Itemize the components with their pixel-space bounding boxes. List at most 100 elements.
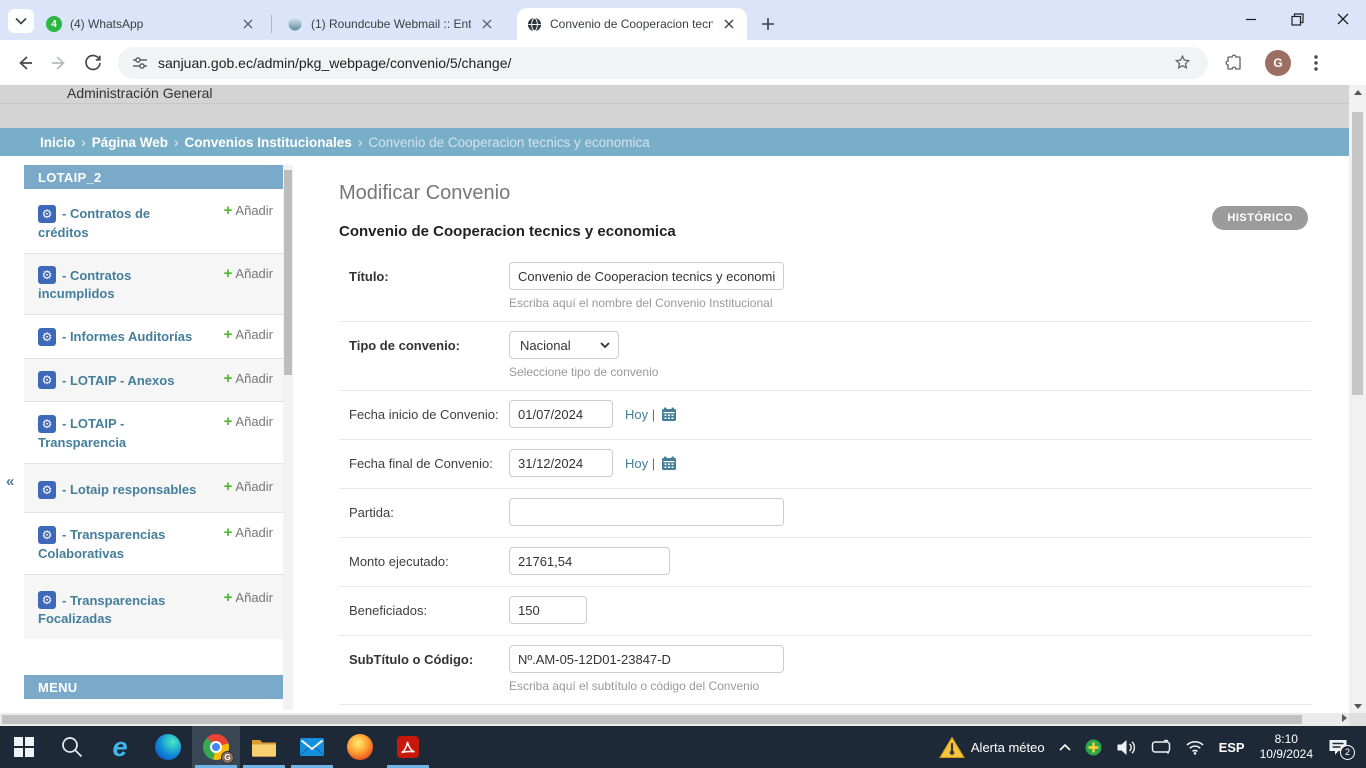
close-icon[interactable] [721, 16, 737, 32]
start-button[interactable] [0, 726, 48, 768]
taskbar-file-explorer[interactable] [240, 726, 288, 768]
add-link[interactable]: +Añadir [224, 202, 273, 219]
taskbar-firefox[interactable] [336, 726, 384, 768]
new-tab-button[interactable] [756, 12, 780, 36]
add-link[interactable]: +Añadir [224, 524, 273, 541]
vertical-scrollbar-thumb[interactable] [1352, 112, 1363, 395]
taskbar-ie[interactable]: e [96, 726, 144, 768]
cast-display-icon[interactable] [1151, 739, 1171, 755]
tab-roundcube[interactable]: (1) Roundcube Webmail :: Entra [277, 8, 505, 40]
add-link[interactable]: +Añadir [224, 413, 273, 430]
sidebar-item-transparencias-focalizadas[interactable]: ⚙- Transparencias Focalizadas +Añadir [24, 574, 283, 640]
scroll-right-arrow[interactable] [1342, 714, 1347, 722]
taskbar-chrome[interactable]: G [192, 726, 240, 768]
hoy-link[interactable]: Hoy | [625, 456, 655, 471]
add-link[interactable]: +Añadir [224, 478, 273, 495]
tray-expand-chevron[interactable] [1059, 744, 1071, 751]
sidebar-item-lotaip-responsables[interactable]: ⚙- Lotaip responsables +Añadir [24, 463, 283, 512]
historico-button[interactable]: HISTÓRICO [1212, 206, 1308, 230]
antivirus-tray-icon[interactable] [1085, 739, 1102, 756]
site-settings-icon[interactable] [132, 55, 148, 71]
back-button[interactable] [8, 46, 42, 80]
admin-header-title: Administración General [67, 85, 213, 101]
reload-button[interactable] [76, 46, 110, 80]
add-link[interactable]: +Añadir [224, 370, 273, 387]
clock-date: 10/9/2024 [1260, 747, 1313, 762]
minimize-button[interactable] [1228, 0, 1274, 38]
partida-input[interactable] [509, 498, 784, 526]
fecha-inicio-input[interactable] [509, 400, 613, 428]
page-title: Modificar Convenio [339, 182, 1311, 205]
plus-icon: + [224, 202, 233, 219]
close-icon[interactable] [240, 16, 256, 32]
restore-button[interactable] [1274, 0, 1320, 38]
sidebar-section-menu: MENU [24, 675, 283, 699]
tab-title: (4) WhatsApp [70, 17, 232, 31]
page-horizontal-scrollbar[interactable] [0, 713, 1349, 726]
profile-avatar[interactable]: G [1262, 47, 1294, 79]
notification-center-button[interactable]: 2 [1328, 739, 1348, 756]
sidebar-collapse-arrow[interactable]: « [6, 473, 14, 490]
breadcrumb-pagina-web[interactable]: Página Web [92, 135, 168, 150]
taskbar-mail[interactable] [288, 726, 336, 768]
sidebar-item-paginas[interactable]: - Páginas +Añadir [24, 699, 283, 713]
field-row-subtitulo: SubTítulo o Código: Escriba aquí el subt… [339, 636, 1311, 705]
taskbar-clock[interactable]: 8:10 10/9/2024 [1260, 732, 1313, 762]
weather-alert[interactable]: Alerta méteo [939, 736, 1045, 759]
gear-icon: ⚙ [38, 415, 56, 433]
calendar-icon[interactable] [661, 456, 677, 471]
hoy-link[interactable]: Hoy | [625, 407, 655, 422]
browser-toolbar: sanjuan.gob.ec/admin/pkg_webpage/conveni… [0, 40, 1366, 85]
bookmark-star-icon[interactable] [1166, 47, 1198, 79]
close-window-button[interactable] [1320, 0, 1366, 38]
firefox-icon [347, 734, 373, 760]
sidebar-item-contratos-creditos[interactable]: ⚙- Contratos de créditos +Añadir [24, 189, 283, 253]
globe-icon [527, 17, 542, 32]
subtitulo-input[interactable] [509, 645, 784, 673]
forward-button[interactable] [42, 46, 76, 80]
add-link[interactable]: +Añadir [224, 265, 273, 282]
tipo-convenio-select[interactable]: Nacional [509, 331, 619, 359]
language-indicator[interactable]: ESP [1219, 740, 1245, 755]
taskbar-acrobat[interactable] [384, 726, 432, 768]
plus-icon: + [224, 524, 233, 541]
sidebar-scrollbar-thumb[interactable] [284, 170, 292, 375]
add-link[interactable]: +Añadir [224, 589, 273, 606]
breadcrumb-inicio[interactable]: Inicio [40, 135, 75, 150]
sidebar-item-transparencias-colaborativas[interactable]: ⚙- Transparencias Colaborativas +Añadir [24, 512, 283, 574]
sidebar-item-contratos-incumplidos[interactable]: ⚙- Contratos incumplidos +Añadir [24, 253, 283, 315]
fecha-final-input[interactable] [509, 449, 613, 477]
breadcrumb-convenios[interactable]: Convenios Institucionales [185, 135, 352, 150]
horizontal-scrollbar-thumb[interactable] [2, 715, 1302, 724]
field-row-monto: Monto ejecutado: [339, 538, 1311, 587]
scroll-down-arrow[interactable] [1349, 699, 1366, 713]
scroll-up-arrow[interactable] [1349, 85, 1366, 99]
taskbar-edge[interactable] [144, 726, 192, 768]
volume-icon[interactable] [1116, 739, 1137, 756]
taskbar-search-button[interactable] [48, 726, 96, 768]
plus-icon: + [224, 478, 233, 495]
browser-menu-icon[interactable] [1300, 47, 1332, 79]
sidebar-item-informes-auditorias[interactable]: ⚙- Informes Auditorías +Añadir [24, 314, 283, 358]
sidebar-section-lotaip2: LOTAIP_2 [24, 165, 283, 189]
clock-time: 8:10 [1260, 732, 1313, 747]
url-text[interactable]: sanjuan.gob.ec/admin/pkg_webpage/conveni… [158, 55, 1166, 71]
add-link[interactable]: +Añadir [224, 326, 273, 343]
beneficiados-input[interactable] [509, 596, 587, 624]
roundcube-icon [287, 16, 303, 32]
monto-input[interactable] [509, 547, 670, 575]
gear-icon: ⚙ [38, 371, 56, 389]
tab-whatsapp[interactable]: 4 (4) WhatsApp [36, 8, 266, 40]
page-vertical-scrollbar[interactable] [1349, 85, 1366, 713]
tab-convenio-active[interactable]: Convenio de Cooperacion tecni [517, 8, 747, 40]
wifi-icon[interactable] [1185, 739, 1205, 755]
titulo-input[interactable] [509, 262, 784, 290]
url-bar[interactable]: sanjuan.gob.ec/admin/pkg_webpage/conveni… [118, 47, 1208, 79]
close-icon[interactable] [479, 16, 495, 32]
extensions-icon[interactable] [1218, 47, 1250, 79]
sidebar-item-lotaip-anexos[interactable]: ⚙- LOTAIP - Anexos +Añadir [24, 358, 283, 402]
sidebar-scrollbar[interactable] [283, 165, 293, 710]
calendar-icon[interactable] [661, 407, 677, 422]
sidebar-item-lotaip-transparencia[interactable]: ⚙- LOTAIP - Transparencia +Añadir [24, 401, 283, 463]
tab-search-button[interactable] [8, 9, 34, 33]
